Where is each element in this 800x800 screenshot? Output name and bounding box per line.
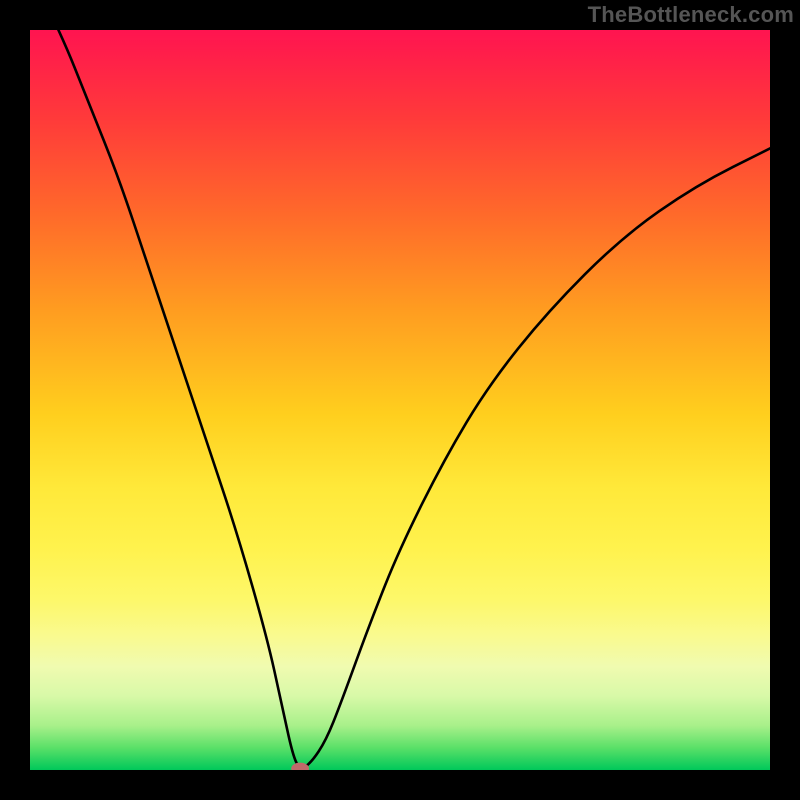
bottleneck-marker — [291, 763, 309, 770]
plot-area — [30, 30, 770, 770]
watermark-label: TheBottleneck.com — [588, 2, 794, 28]
curve-svg — [30, 30, 770, 770]
bottleneck-curve — [30, 30, 770, 768]
chart-frame: TheBottleneck.com — [0, 0, 800, 800]
